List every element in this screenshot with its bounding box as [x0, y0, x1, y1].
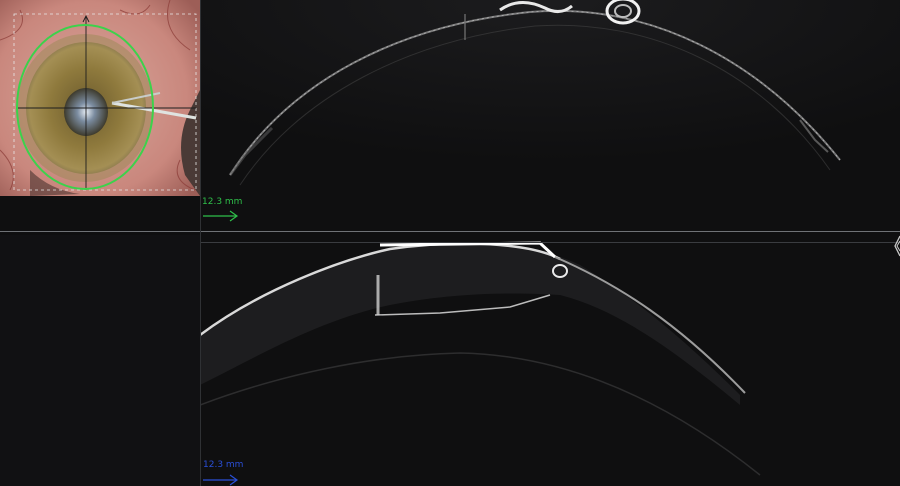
scale-arrow-icon [203, 210, 239, 222]
oct-bscan-top-image [200, 0, 900, 231]
panel-divider-vertical [200, 0, 201, 486]
eye-image [0, 0, 200, 196]
scale-label-top: 12.3 mm [202, 197, 243, 207]
panel-divider [0, 231, 900, 232]
oct-viewer: 12.3 mm 12.3 mm [0, 0, 900, 486]
scale-arrow-icon [203, 474, 239, 486]
scan-line [200, 242, 900, 243]
oct-scan-top[interactable] [200, 0, 900, 231]
microscope-thumbnail[interactable] [0, 0, 200, 196]
oct-bscan-bottom-image [200, 235, 900, 486]
scale-label-bottom: 12.3 mm [203, 460, 244, 470]
resize-handle-icon[interactable] [893, 235, 900, 257]
oct-scan-bottom[interactable] [200, 235, 900, 486]
empty-panel [0, 235, 200, 486]
